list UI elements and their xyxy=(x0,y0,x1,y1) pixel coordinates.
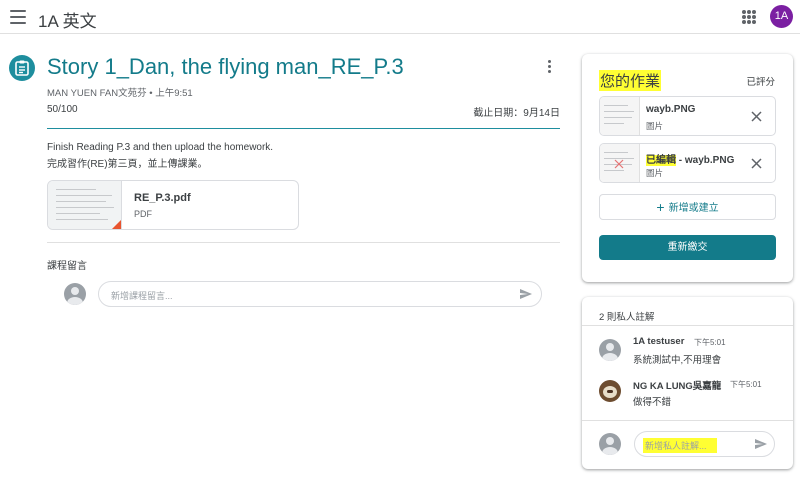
author-line: MAN YUEN FAN文苑芬 • 上午9:51 xyxy=(47,88,193,99)
file-type: 圖片 xyxy=(646,121,664,131)
user-avatar xyxy=(599,433,621,455)
resubmit-button[interactable]: 重新繳交 xyxy=(599,235,776,260)
file-name: wayb.PNG xyxy=(646,104,696,115)
commenter-name: NG KA LUNG吳嘉龍 xyxy=(633,381,722,392)
your-work-title: 您的作業 xyxy=(599,70,662,91)
class-title[interactable]: 1A 英文 xyxy=(38,7,97,32)
attachment-card[interactable]: RE_P.3.pdf PDF xyxy=(47,180,299,230)
header-divider xyxy=(47,128,560,129)
due-date: 截止日期：9月14日 xyxy=(473,108,560,119)
file-type: 圖片 xyxy=(646,168,664,178)
edit-mark-icon xyxy=(614,159,624,169)
attachment-name: RE_P.3.pdf xyxy=(134,192,191,204)
top-app-bar: 1A 英文 1A xyxy=(0,0,800,34)
image-thumbnail xyxy=(600,97,640,135)
private-comments-count: 2 則私人註解 xyxy=(599,312,655,323)
pdf-corner-icon xyxy=(110,220,121,229)
add-or-create-button[interactable]: + 新增或建立 xyxy=(599,194,776,220)
commenter-name: 1A testuser xyxy=(633,336,685,347)
commenter-avatar xyxy=(599,380,621,402)
private-comment-placeholder: 新增私人註解... xyxy=(643,438,717,453)
pdf-thumbnail xyxy=(48,181,122,229)
more-options-icon[interactable] xyxy=(548,60,552,76)
grade-points: 50/100 xyxy=(47,104,78,115)
attachment-type: PDF xyxy=(134,209,152,219)
account-avatar[interactable]: 1A xyxy=(770,5,793,28)
submitted-file[interactable]: 已編輯 - wayb.PNG 圖片 xyxy=(599,143,776,183)
send-icon[interactable] xyxy=(519,288,533,300)
hamburger-menu-icon[interactable] xyxy=(10,10,26,24)
plus-icon: + xyxy=(656,199,665,215)
private-comments-divider xyxy=(582,325,793,326)
remove-file-icon[interactable] xyxy=(751,111,762,122)
comment-text: 系統測試中,不用理會 xyxy=(633,355,722,366)
commenter-avatar xyxy=(599,339,621,361)
instructions-line-1: Finish Reading P.3 and then upload the h… xyxy=(47,142,274,153)
comments-divider xyxy=(47,242,560,243)
comment-time: 下午5:01 xyxy=(730,380,762,389)
private-comments-card: 2 則私人註解 1A testuser 下午5:01 系統測試中,不用理會 NG… xyxy=(582,297,793,469)
send-icon[interactable] xyxy=(754,438,768,450)
assignment-title: Story 1_Dan, the flying man_RE_P.3 xyxy=(47,54,404,79)
class-comment-input[interactable]: 新增課程留言... xyxy=(98,281,542,307)
google-apps-icon[interactable] xyxy=(742,10,756,24)
remove-file-icon[interactable] xyxy=(751,158,762,169)
instructions-line-2: 完成習作(RE)第三頁，並上傳課業。 xyxy=(47,159,208,170)
file-name: 已編輯 - wayb.PNG xyxy=(646,155,735,166)
image-thumbnail xyxy=(600,144,640,182)
your-work-card: 您的作業 已評分 wayb.PNG 圖片 已編輯 - wayb.PNG 圖片 +… xyxy=(582,54,793,282)
comment-text: 做得不錯 xyxy=(633,397,672,408)
grade-status: 已評分 xyxy=(746,77,775,88)
class-comments-label: 課程留言 xyxy=(47,261,87,272)
user-avatar xyxy=(64,283,86,305)
submitted-file[interactable]: wayb.PNG 圖片 xyxy=(599,96,776,136)
assignment-icon xyxy=(9,55,35,81)
private-input-divider xyxy=(582,420,793,421)
comment-time: 下午5:01 xyxy=(694,338,726,347)
